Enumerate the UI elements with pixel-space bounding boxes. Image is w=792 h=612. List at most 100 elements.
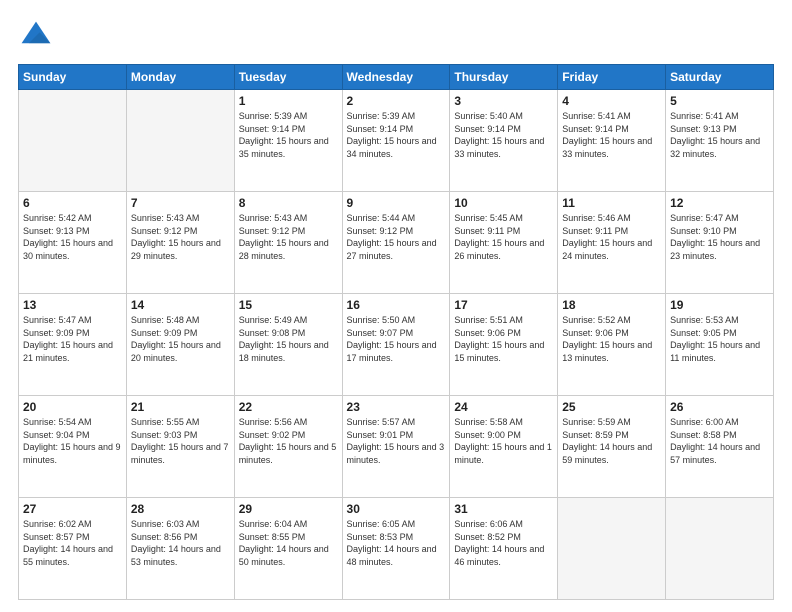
day-number: 21 [131,400,230,414]
day-info: Sunrise: 5:50 AM Sunset: 9:07 PM Dayligh… [347,314,446,364]
col-header-tuesday: Tuesday [234,65,342,90]
calendar-cell: 3Sunrise: 5:40 AM Sunset: 9:14 PM Daylig… [450,90,558,192]
calendar-cell: 21Sunrise: 5:55 AM Sunset: 9:03 PM Dayli… [126,396,234,498]
day-number: 22 [239,400,338,414]
calendar-cell: 27 Sunrise: 6:02 AM Sunset: 8:57 PM Dayli… [19,498,127,600]
day-info: Sunrise: 5:42 AM Sunset: 9:13 PM Dayligh… [23,212,122,262]
day-number: 13 [23,298,122,312]
calendar-cell: 19 Sunrise: 5:53 AM Sunset: 9:05 PM Dayli… [666,294,774,396]
day-number: 12 [670,196,769,210]
col-header-wednesday: Wednesday [342,65,450,90]
header [18,18,774,54]
day-number: 23 [347,400,446,414]
calendar-cell: 9 Sunrise: 5:44 AM Sunset: 9:12 PM Daylig… [342,192,450,294]
day-number: 28 [131,502,230,516]
calendar-cell: 16 Sunrise: 5:50 AM Sunset: 9:07 PM Dayli… [342,294,450,396]
day-number: 6 [23,196,122,210]
day-number: 26 [670,400,769,414]
day-number: 2 [347,94,446,108]
day-info: Sunrise: 5:57 AM Sunset: 9:01 PM Dayligh… [347,416,446,466]
day-number: 29 [239,502,338,516]
day-info: Sunrise: 5:46 AM Sunset: 9:11 PM Dayligh… [562,212,661,262]
day-info: Sunrise: 6:05 AM Sunset: 8:53 PM Dayligh… [347,518,446,568]
day-number: 19 [670,298,769,312]
day-info: Sunrise: 5:41 AM Sunset: 9:13 PM Dayligh… [670,110,769,160]
day-info: Sunrise: 5:47 AM Sunset: 9:10 PM Dayligh… [670,212,769,262]
day-number: 31 [454,502,553,516]
calendar-cell: 28Sunrise: 6:03 AM Sunset: 8:56 PM Dayli… [126,498,234,600]
day-info: Sunrise: 6:02 AM Sunset: 8:57 PM Dayligh… [23,518,122,568]
calendar-cell: 5 Sunrise: 5:41 AM Sunset: 9:13 PM Daylig… [666,90,774,192]
calendar-cell: 11 Sunrise: 5:46 AM Sunset: 9:11 PM Dayli… [558,192,666,294]
calendar-cell: 25 Sunrise: 5:59 AM Sunset: 8:59 PM Dayli… [558,396,666,498]
day-info: Sunrise: 6:06 AM Sunset: 8:52 PM Dayligh… [454,518,553,568]
calendar-cell: 17 Sunrise: 5:51 AM Sunset: 9:06 PM Dayli… [450,294,558,396]
day-info: Sunrise: 5:54 AM Sunset: 9:04 PM Dayligh… [23,416,122,466]
day-number: 10 [454,196,553,210]
day-number: 1 [239,94,338,108]
day-info: Sunrise: 5:51 AM Sunset: 9:06 PM Dayligh… [454,314,553,364]
day-number: 25 [562,400,661,414]
day-info: Sunrise: 6:04 AM Sunset: 8:55 PM Dayligh… [239,518,338,568]
col-header-thursday: Thursday [450,65,558,90]
col-header-monday: Monday [126,65,234,90]
day-number: 8 [239,196,338,210]
col-header-sunday: Sunday [19,65,127,90]
day-info: Sunrise: 5:44 AM Sunset: 9:12 PM Dayligh… [347,212,446,262]
day-number: 17 [454,298,553,312]
day-number: 18 [562,298,661,312]
calendar-cell: 10 Sunrise: 5:45 AM Sunset: 9:11 PM Dayli… [450,192,558,294]
day-number: 7 [131,196,230,210]
day-number: 5 [670,94,769,108]
page: SundayMondayTuesdayWednesdayThursdayFrid… [0,0,792,612]
day-number: 3 [454,94,553,108]
calendar-cell: 18 Sunrise: 5:52 AM Sunset: 9:06 PM Dayli… [558,294,666,396]
calendar-cell: 29 Sunrise: 6:04 AM Sunset: 8:55 PM Dayli… [234,498,342,600]
calendar-cell: 14 Sunrise: 5:48 AM Sunset: 9:09 PM Dayli… [126,294,234,396]
day-info: Sunrise: 5:56 AM Sunset: 9:02 PM Dayligh… [239,416,338,466]
day-info: Sunrise: 5:48 AM Sunset: 9:09 PM Dayligh… [131,314,230,364]
day-info: Sunrise: 5:59 AM Sunset: 8:59 PM Dayligh… [562,416,661,466]
calendar-cell [19,90,127,192]
day-number: 24 [454,400,553,414]
calendar-cell: 6 Sunrise: 5:42 AM Sunset: 9:13 PM Daylig… [19,192,127,294]
calendar-cell: 26 Sunrise: 6:00 AM Sunset: 8:58 PM Dayli… [666,396,774,498]
logo-icon [18,18,54,54]
calendar-cell [558,498,666,600]
day-info: Sunrise: 5:53 AM Sunset: 9:05 PM Dayligh… [670,314,769,364]
calendar-cell [666,498,774,600]
day-number: 14 [131,298,230,312]
day-info: Sunrise: 5:43 AM Sunset: 9:12 PM Dayligh… [239,212,338,262]
day-info: Sunrise: 5:43 AM Sunset: 9:12 PM Dayligh… [131,212,230,262]
col-header-saturday: Saturday [666,65,774,90]
calendar-cell: 8 Sunrise: 5:43 AM Sunset: 9:12 PM Daylig… [234,192,342,294]
calendar-cell: 7 Sunrise: 5:43 AM Sunset: 9:12 PM Daylig… [126,192,234,294]
day-info: Sunrise: 5:58 AM Sunset: 9:00 PM Dayligh… [454,416,553,466]
calendar-cell: 20 Sunrise: 5:54 AM Sunset: 9:04 PM Dayli… [19,396,127,498]
day-info: Sunrise: 5:39 AM Sunset: 9:14 PM Dayligh… [347,110,446,160]
day-info: Sunrise: 5:45 AM Sunset: 9:11 PM Dayligh… [454,212,553,262]
day-number: 15 [239,298,338,312]
calendar-cell: 24 Sunrise: 5:58 AM Sunset: 9:00 PM Dayli… [450,396,558,498]
calendar-cell: 31 Sunrise: 6:06 AM Sunset: 8:52 PM Dayli… [450,498,558,600]
day-number: 27 [23,502,122,516]
calendar-cell: 22 Sunrise: 5:56 AM Sunset: 9:02 PM Dayli… [234,396,342,498]
calendar-table: SundayMondayTuesdayWednesdayThursdayFrid… [18,64,774,600]
day-number: 11 [562,196,661,210]
day-info: Sunrise: 5:39 AM Sunset: 9:14 PM Dayligh… [239,110,338,160]
day-info: Sunrise: 5:47 AM Sunset: 9:09 PM Dayligh… [23,314,122,364]
logo [18,18,60,54]
col-header-friday: Friday [558,65,666,90]
calendar-cell: 13 Sunrise: 5:47 AM Sunset: 9:09 PM Dayli… [19,294,127,396]
calendar-cell: 30Sunrise: 6:05 AM Sunset: 8:53 PM Dayli… [342,498,450,600]
calendar-cell: 1 Sunrise: 5:39 AM Sunset: 9:14 PM Daylig… [234,90,342,192]
day-info: Sunrise: 6:00 AM Sunset: 8:58 PM Dayligh… [670,416,769,466]
calendar-cell: 23 Sunrise: 5:57 AM Sunset: 9:01 PM Dayli… [342,396,450,498]
day-info: Sunrise: 5:49 AM Sunset: 9:08 PM Dayligh… [239,314,338,364]
day-number: 16 [347,298,446,312]
calendar-cell: 12 Sunrise: 5:47 AM Sunset: 9:10 PM Dayli… [666,192,774,294]
day-number: 20 [23,400,122,414]
calendar-cell: 2 Sunrise: 5:39 AM Sunset: 9:14 PM Daylig… [342,90,450,192]
day-info: Sunrise: 5:52 AM Sunset: 9:06 PM Dayligh… [562,314,661,364]
day-number: 9 [347,196,446,210]
